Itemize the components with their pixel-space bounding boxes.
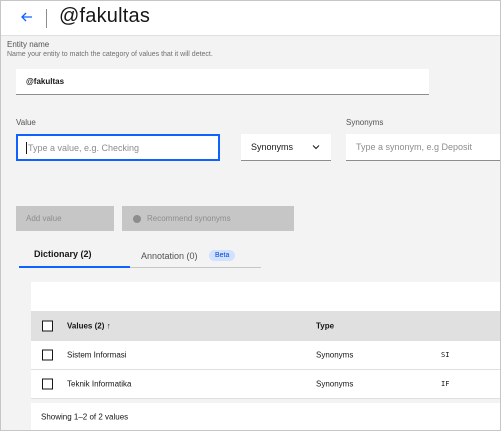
page-header: @fakultas — [1, 1, 500, 36]
recommend-synonyms-label: Recommend synonyms — [147, 214, 231, 223]
app-frame: @fakultas Entity name Name your entity t… — [0, 0, 501, 431]
value-input[interactable]: Type a value, e.g. Checking — [16, 134, 220, 161]
table-row[interactable]: Teknik Informatika Synonyms IF — [31, 370, 500, 399]
tab-dictionary[interactable]: Dictionary (2) — [34, 249, 92, 259]
synonyms-input[interactable]: Type a synonym, e.g Deposit — [346, 134, 500, 161]
tab-annotation[interactable]: Annotation (0) — [141, 251, 198, 261]
add-value-label: Add value — [26, 214, 62, 223]
text-caret — [26, 141, 27, 154]
type-column-header: Type — [316, 321, 335, 331]
pagination-status: Showing 1–2 of 2 values — [41, 412, 129, 422]
value-placeholder: Type a value, e.g. Checking — [28, 142, 140, 153]
entity-name-label: Entity name — [7, 40, 50, 49]
table-header: Values (2) ↑ Type — [31, 311, 500, 341]
row-value: Teknik Informatika — [67, 379, 132, 389]
synonyms-placeholder: Type a synonym, e.g Deposit — [356, 142, 473, 152]
sparkle-icon — [133, 214, 141, 223]
values-column-header[interactable]: Values (2) ↑ — [67, 322, 111, 331]
type-dropdown[interactable]: Synonyms — [241, 134, 331, 161]
select-all-checkbox[interactable] — [42, 320, 53, 332]
add-value-button[interactable]: Add value — [16, 206, 114, 231]
recommend-synonyms-button[interactable]: Recommend synonyms — [122, 206, 294, 231]
type-dropdown-label: Synonyms — [251, 142, 294, 152]
table-row[interactable]: Sistem Informasi Synonyms SI — [31, 341, 500, 370]
page-title: @fakultas — [59, 5, 151, 27]
entity-name-value: @fakultas — [26, 77, 65, 86]
row-synonym: SI — [441, 351, 450, 359]
header-divider — [46, 9, 47, 28]
row-checkbox[interactable] — [42, 349, 53, 361]
table-toolbar — [31, 282, 500, 311]
row-value: Sistem Informasi — [67, 350, 127, 360]
row-checkbox[interactable] — [42, 378, 53, 390]
row-type: Synonyms — [316, 350, 354, 360]
table-footer: Showing 1–2 of 2 values — [31, 403, 500, 430]
synonyms-label: Synonyms — [346, 118, 384, 127]
arrow-left-icon[interactable] — [17, 7, 37, 27]
row-synonym: IF — [441, 380, 450, 388]
entity-name-input[interactable]: @fakultas — [16, 69, 429, 95]
chevron-down-icon — [312, 145, 320, 150]
value-label: Value — [16, 118, 36, 127]
beta-badge: Beta — [209, 250, 236, 261]
tab-annotation-indicator — [130, 267, 261, 268]
tab-dictionary-indicator — [19, 266, 130, 268]
row-type: Synonyms — [316, 379, 354, 389]
entity-name-helper: Name your entity to match the category o… — [7, 51, 213, 58]
